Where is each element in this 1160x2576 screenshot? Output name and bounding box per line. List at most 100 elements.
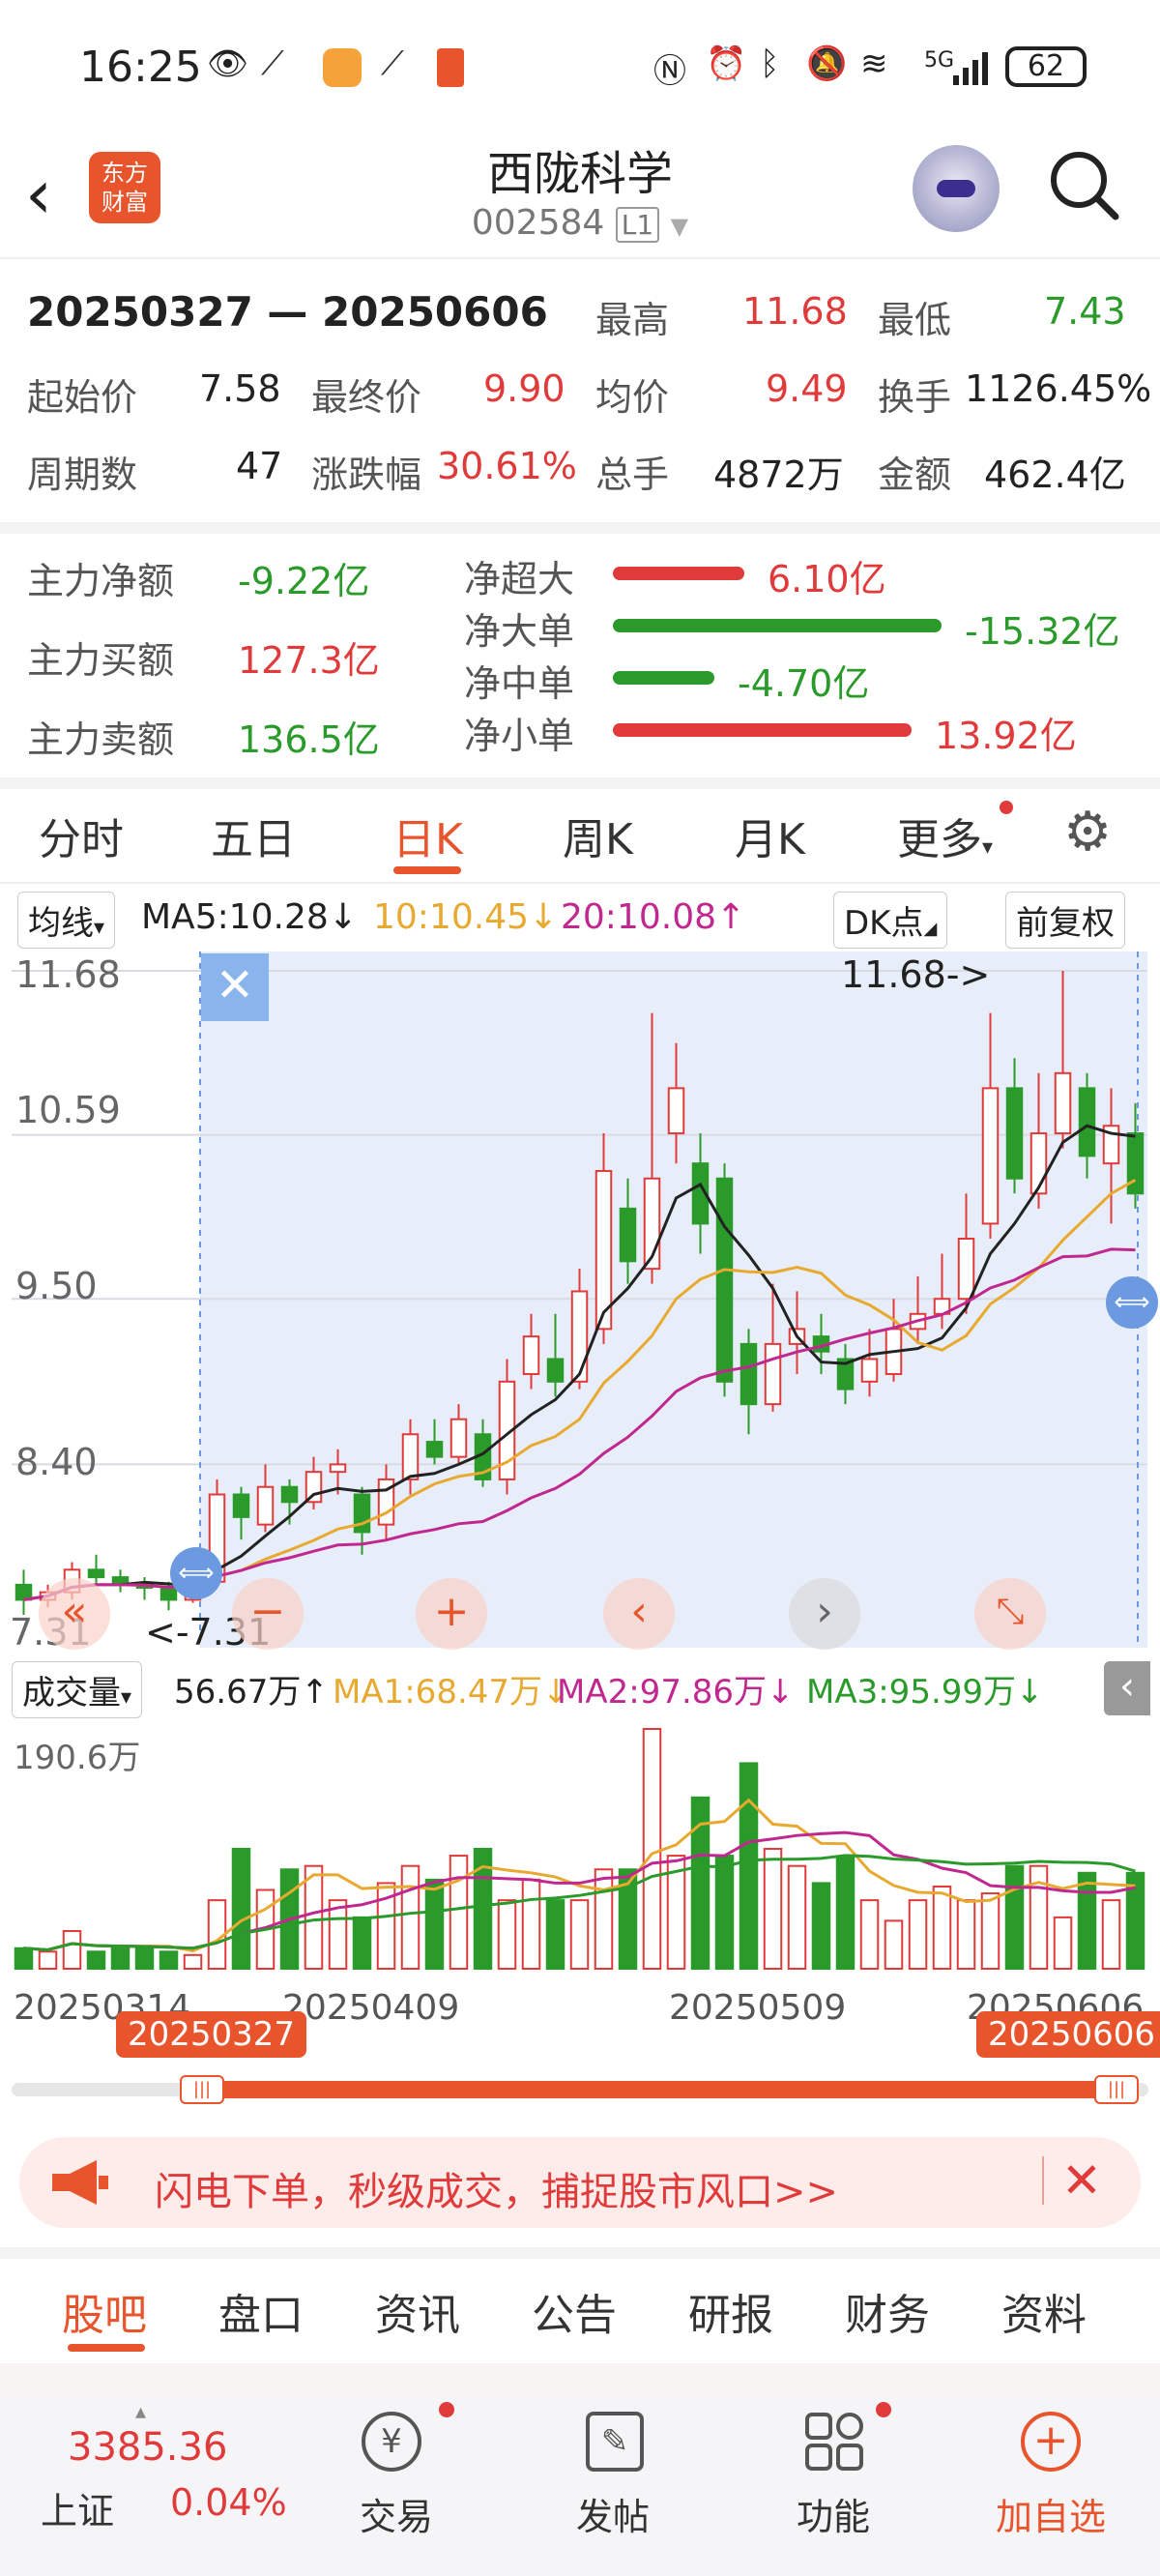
features-icon[interactable] [804, 2412, 864, 2475]
stock-code: 002584 [471, 203, 605, 243]
volume-bar [739, 1762, 759, 1970]
section-divider [0, 2247, 1160, 2259]
volume-bar [86, 1950, 106, 1971]
tab-monthly-k[interactable]: 月K [735, 805, 805, 866]
tab-intraday[interactable]: 分时 [39, 805, 124, 866]
volume-bar [231, 1848, 251, 1970]
app-notification-icon: ⟋ [261, 44, 284, 83]
price-tick-2: 10.59 [15, 1089, 121, 1131]
candlestick-chart[interactable] [12, 951, 1147, 1648]
megaphone-icon [48, 2158, 110, 2210]
tab-more[interactable]: 更多▾ [897, 805, 993, 866]
tab-announcements[interactable]: 公告 [532, 2280, 617, 2342]
main-net-label: 主力净额 [27, 560, 175, 602]
range-start-pill[interactable]: 20250327 [116, 2011, 307, 2058]
range-handle-left-icon[interactable]: ||| [180, 2075, 224, 2104]
volume-bar [352, 1916, 372, 1971]
avg-label: 均价 [595, 376, 670, 419]
banner-divider [1042, 2156, 1044, 2205]
range-right-handle-icon[interactable]: ⟺ [1106, 1276, 1158, 1329]
fullscreen-icon[interactable]: ⤡ [974, 1578, 1046, 1650]
tab-guba[interactable]: 股吧 [62, 2280, 147, 2342]
volume-bar [62, 1930, 82, 1970]
tab-pankou[interactable]: 盘口 [218, 2280, 304, 2342]
ma10-value: 10:10.45↓ [373, 897, 559, 937]
volume-ma3: MA3:95.99万↓ [806, 1673, 1044, 1712]
end-value: 9.90 [483, 367, 566, 410]
tab-five-day[interactable]: 五日 [211, 805, 296, 866]
alarm-icon: ⏰ [706, 44, 747, 83]
shift-left-icon[interactable]: « [39, 1578, 110, 1650]
signal-icon [953, 50, 992, 89]
close-icon[interactable]: ✕ [1061, 2152, 1102, 2209]
tab-finance[interactable]: 财务 [845, 2280, 930, 2342]
range-handle-right-icon[interactable]: ||| [1094, 2075, 1139, 2104]
volume-bar [835, 1856, 856, 1971]
amount-value: 462.4亿 [984, 454, 1126, 496]
change-value: 30.61% [437, 445, 577, 487]
next-icon[interactable]: › [789, 1578, 860, 1650]
battery-indicator: 62 [1005, 46, 1087, 87]
volume-chart [14, 1728, 1146, 1971]
dk-point-button[interactable]: DK点◢ [833, 892, 948, 949]
volume-bar [811, 1882, 831, 1970]
volume-bar [956, 1899, 976, 1970]
volume-bar [763, 1848, 783, 1970]
adjust-button[interactable]: 前复权 [1005, 892, 1125, 949]
add-watchlist-icon[interactable]: + [1021, 2412, 1081, 2472]
index-value[interactable]: 3385.36 [68, 2425, 227, 2470]
tab-research[interactable]: 研报 [688, 2280, 773, 2342]
periods-label: 周期数 [27, 454, 138, 496]
turnover-label: 换手 [878, 376, 952, 419]
caret-down-icon: ▾ [94, 916, 105, 940]
index-change: 0.04% [170, 2481, 287, 2524]
heart-app-icon [323, 48, 362, 87]
search-icon[interactable] [1048, 149, 1119, 220]
high-marker: 11.68-> [841, 953, 991, 996]
periods-value: 47 [236, 445, 283, 487]
collapse-panel-icon[interactable]: ‹ [1104, 1661, 1150, 1715]
zoom-out-icon[interactable]: − [232, 1578, 304, 1650]
volume-bar [521, 1878, 541, 1970]
tab-daily-k[interactable]: 日K [392, 805, 463, 866]
candle [135, 1577, 154, 1600]
settings-gear-icon[interactable]: ⚙ [1063, 801, 1112, 864]
trade-icon[interactable]: ¥ [362, 2412, 421, 2472]
nav-features[interactable]: 功能 [797, 2487, 870, 2540]
chevron-down-icon: ▼ [670, 213, 689, 240]
index-name: 上证 [41, 2490, 115, 2532]
price-tick-1: 11.68 [15, 953, 121, 996]
assistant-robot-icon[interactable] [913, 145, 1000, 232]
nav-trade[interactable]: 交易 [360, 2487, 433, 2540]
caret-up-icon: ▴ [135, 2400, 147, 2424]
date-tick-3: 20250509 [669, 1988, 847, 2028]
ma20-value: 20:10.08↑ [561, 897, 746, 937]
prev-icon[interactable]: ‹ [603, 1578, 675, 1650]
start-label: 起始价 [27, 376, 138, 419]
status-bar: 16:25 👁 ⟋ ⟋ Ⓝ ⏰ ᛒ 🔕 ≋ 5G 62 [0, 0, 1160, 135]
post-icon[interactable]: ✎ [586, 2412, 644, 2472]
high-value: 11.68 [742, 290, 848, 333]
range-left-handle-icon[interactable]: ⟺ [170, 1547, 222, 1599]
volume-bar [183, 1953, 203, 1970]
close-icon[interactable]: ✕ [201, 953, 269, 1021]
nav-post[interactable]: 发帖 [576, 2487, 650, 2540]
tab-news[interactable]: 资讯 [375, 2280, 460, 2342]
volume-bar [159, 1950, 179, 1971]
volume-indicator-select[interactable]: 成交量▾ [12, 1661, 143, 1718]
volume-bar [980, 1892, 1000, 1970]
volume-bar [304, 1864, 324, 1970]
volume-bar [569, 1899, 590, 1970]
flow-row-bar [613, 671, 714, 685]
tab-profile[interactable]: 资料 [1001, 2280, 1087, 2342]
tab-underline [68, 2344, 145, 2352]
range-end-pill[interactable]: 20250606 [976, 2011, 1160, 2058]
volume-bar [859, 1899, 880, 1970]
tab-more-label: 更多 [897, 815, 982, 864]
nav-add-watchlist[interactable]: 加自选 [996, 2487, 1106, 2540]
indicator-select[interactable]: 均线▾ [17, 892, 116, 949]
flow-row-bar [613, 619, 942, 632]
candle [87, 1554, 105, 1585]
tab-weekly-k[interactable]: 周K [563, 805, 633, 866]
zoom-in-icon[interactable]: + [416, 1578, 487, 1650]
